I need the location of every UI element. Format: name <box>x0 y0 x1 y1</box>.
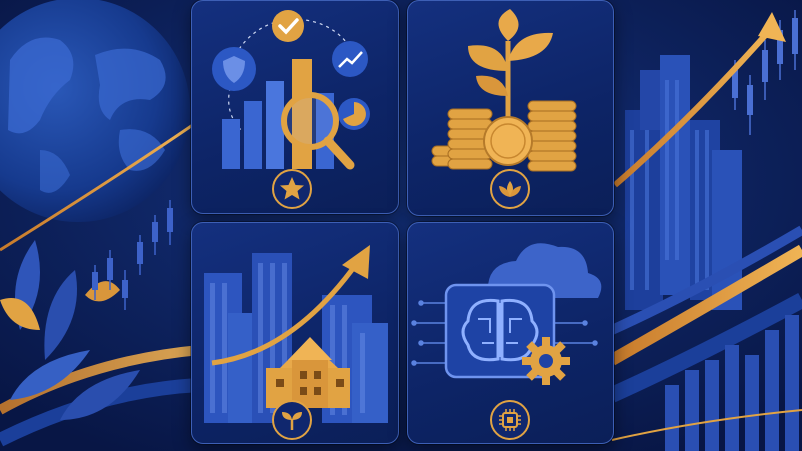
star-icon <box>280 177 304 200</box>
ai-tech-tile[interactable] <box>407 222 614 444</box>
trend-up-icon <box>332 41 368 77</box>
lotus-badge <box>490 169 530 209</box>
real-estate-tile[interactable] <box>191 222 399 444</box>
shield-icon <box>212 47 256 91</box>
infographic-scene <box>0 0 802 451</box>
gear-icon <box>522 337 570 385</box>
seedling-badge <box>272 400 312 440</box>
lotus-icon <box>499 181 521 197</box>
pie-chart-icon <box>338 98 370 130</box>
chip-badge <box>490 400 530 440</box>
background <box>0 0 802 451</box>
analytics-tile[interactable] <box>191 0 399 214</box>
seedling-icon <box>282 412 302 430</box>
growth-tile[interactable] <box>407 0 614 216</box>
star-badge <box>272 169 312 209</box>
checkmark-icon <box>272 10 304 42</box>
chip-icon <box>499 409 521 431</box>
